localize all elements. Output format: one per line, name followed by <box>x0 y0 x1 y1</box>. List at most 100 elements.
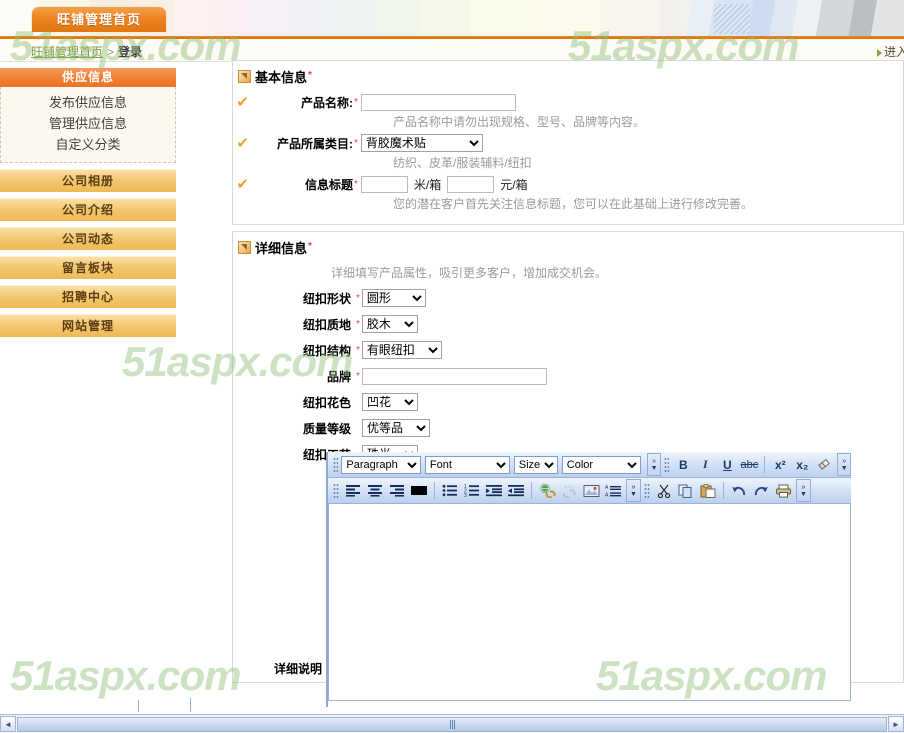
rich-text-editor: Paragraph Font Size Color » ▼ B I U abc x… <box>328 452 852 701</box>
numbered-list-icon[interactable]: 1 2 3 <box>462 481 482 501</box>
bullet-list-icon[interactable] <box>440 481 460 501</box>
detail-select-5[interactable]: 优等品 <box>362 419 430 437</box>
product-name-input[interactable] <box>360 93 516 111</box>
highlight-color-icon[interactable] <box>409 481 429 501</box>
horizontal-scrollbar[interactable]: ◄ ► <box>0 714 904 733</box>
font-family-select[interactable]: Font <box>424 455 510 474</box>
sidebar-item-recruitment[interactable]: 招聘中心 <box>0 285 176 308</box>
align-center-icon[interactable] <box>365 481 385 501</box>
subscript-icon[interactable]: x₂ <box>792 455 812 475</box>
sidebar-item-publish-supply[interactable]: 发布供应信息 <box>1 92 175 113</box>
expand-arrow-icon[interactable] <box>238 241 251 254</box>
copy-icon[interactable] <box>676 481 696 501</box>
toolbar-overflow-button-2[interactable]: » ▼ <box>837 453 852 476</box>
sidebar-item-manage-supply[interactable]: 管理供应信息 <box>1 113 175 134</box>
eraser-icon[interactable] <box>814 455 834 475</box>
check-icon: ✔ <box>236 93 249 111</box>
redo-icon[interactable] <box>751 481 771 501</box>
sidebar-item-company-news[interactable]: 公司动态 <box>0 227 176 250</box>
paste-icon[interactable] <box>698 481 718 501</box>
category-label: 产品所属类目: <box>277 136 353 151</box>
toolbar-overflow-button-3[interactable]: » ▼ <box>626 479 641 502</box>
required-mark: * <box>308 241 312 252</box>
check-icon: ✔ <box>236 134 249 152</box>
breadcrumb-current: 登录 <box>118 45 143 59</box>
detail-row: 纽扣形状 * 圆形 <box>233 285 903 311</box>
editor-content-area[interactable] <box>328 504 851 701</box>
eraser-icon-svg <box>818 458 830 470</box>
indent-increase-icon[interactable] <box>484 481 504 501</box>
detail-select-4[interactable]: 凹花 <box>362 393 418 411</box>
horizontal-rule-icon[interactable]: A A <box>603 481 623 501</box>
info-title-unit-2: 元/箱 <box>500 177 528 192</box>
detail-row: 纽扣质地 * 胶木 <box>233 311 903 337</box>
sidebar-item-company-album[interactable]: 公司相册 <box>0 169 176 192</box>
font-color-select[interactable]: Color <box>561 455 642 474</box>
info-title-hint: 您的潜在客户首先关注信息标题，您可以在此基础上进行修改完善。 <box>393 197 754 211</box>
toolbar-grip-handle[interactable] <box>663 456 670 473</box>
strikethrough-icon[interactable]: abc <box>739 455 759 475</box>
align-left-icon[interactable] <box>343 481 363 501</box>
required-mark: * <box>308 70 312 81</box>
undo-icon[interactable] <box>729 481 749 501</box>
svg-text:A: A <box>605 485 609 491</box>
detail-row-label: 纽扣花色 <box>302 395 351 410</box>
sidebar-item-site-management[interactable]: 网站管理 <box>0 314 176 337</box>
detail-row-label: 纽扣质地 <box>302 317 351 332</box>
superscript-icon[interactable]: x² <box>770 455 790 475</box>
detail-select-2[interactable]: 有眼纽扣 <box>361 341 442 359</box>
editor-toolbar-row-1: Paragraph Font Size Color » ▼ B I U abc x… <box>328 452 852 478</box>
field-category: ✔ 产品所属类目: * 背胶魔术贴 <box>233 134 903 152</box>
italic-icon[interactable]: I <box>695 455 715 475</box>
toolbar-overflow-button-4[interactable]: » ▼ <box>796 479 811 502</box>
tab-shop-management-home[interactable]: 旺铺管理首页 <box>31 6 167 32</box>
required-mark: * <box>354 96 358 108</box>
toolbar-grip-handle[interactable] <box>644 482 650 499</box>
bold-icon[interactable]: B <box>673 455 693 475</box>
toolbar-separator <box>531 482 532 499</box>
sidebar-item-company-intro[interactable]: 公司介绍 <box>0 198 176 221</box>
sidebar-item-custom-category[interactable]: 自定义分类 <box>1 134 175 155</box>
enter-link[interactable]: 进入 <box>876 43 904 60</box>
detail-row: 品牌 * <box>233 363 903 389</box>
toolbar-grip-handle[interactable] <box>333 456 339 473</box>
toolbar-separator <box>764 456 766 473</box>
cut-icon[interactable] <box>654 481 674 501</box>
info-title-qty-input[interactable] <box>360 175 408 193</box>
detail-select-0[interactable]: 圆形 <box>361 289 426 307</box>
field-info-title: ✔ 信息标题 * 米/箱 元/箱 <box>233 175 903 193</box>
indent-decrease-icon[interactable] <box>506 481 526 501</box>
expand-arrow-icon[interactable] <box>238 70 251 83</box>
scrollbar-grip-icon <box>449 719 455 729</box>
category-select[interactable]: 背胶魔术贴 <box>360 134 483 152</box>
paragraph-style-select[interactable]: Paragraph <box>341 455 421 474</box>
enter-link-label: 进入 <box>883 45 904 59</box>
insert-link-icon[interactable] <box>537 481 557 501</box>
toolbar-separator <box>434 482 435 499</box>
toolbar-separator <box>723 482 724 499</box>
font-size-select[interactable]: Size <box>513 455 558 474</box>
detail-row: 纽扣结构 * 有眼纽扣 <box>233 337 903 363</box>
sidebar-group-title-supply: 供应信息 <box>0 68 176 87</box>
detail-row: 纽扣花色 凹花 <box>233 389 903 415</box>
scroll-left-arrow-icon[interactable]: ◄ <box>0 716 16 732</box>
toolbar-overflow-button-1[interactable]: » ▼ <box>647 453 661 476</box>
underline-icon[interactable]: U <box>717 455 737 475</box>
align-right-icon[interactable] <box>387 481 407 501</box>
toolbar-grip-handle[interactable] <box>333 482 339 499</box>
insert-image-icon[interactable] <box>581 481 601 501</box>
print-icon[interactable] <box>773 481 793 501</box>
scroll-right-arrow-icon[interactable]: ► <box>888 716 904 732</box>
field-product-name: ✔ 产品名称: * <box>233 93 903 111</box>
detail-select-1[interactable]: 胶木 <box>361 315 418 333</box>
sidebar-item-message-board[interactable]: 留言板块 <box>0 256 176 279</box>
detail-row-label: 品牌 <box>326 369 351 384</box>
arrow-right-icon <box>876 48 882 57</box>
info-title-price-input[interactable] <box>447 175 495 193</box>
breadcrumb-home-link[interactable]: 旺铺管理首页 <box>31 45 103 59</box>
remove-link-icon[interactable] <box>559 481 579 501</box>
divider-artifact <box>190 698 191 712</box>
scrollbar-thumb[interactable] <box>17 716 887 732</box>
detail-input-3[interactable] <box>361 367 547 385</box>
editor-toolbar-row-2: 1 2 3 A A » ▼ » ▼ <box>328 478 851 504</box>
